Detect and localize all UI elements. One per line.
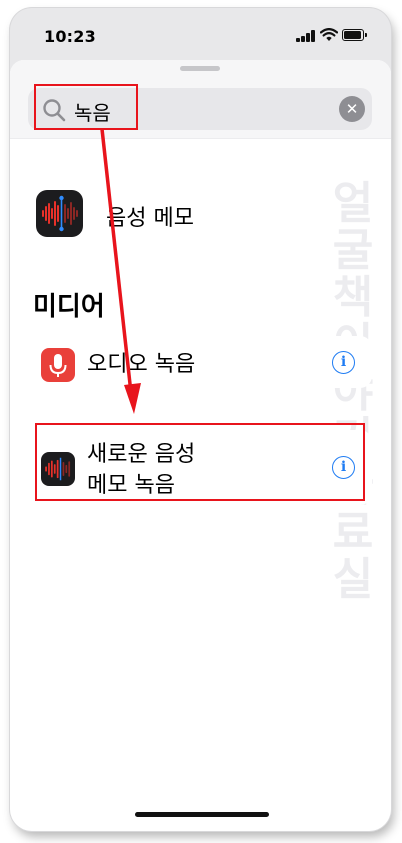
annotation-arrow (100, 128, 141, 414)
